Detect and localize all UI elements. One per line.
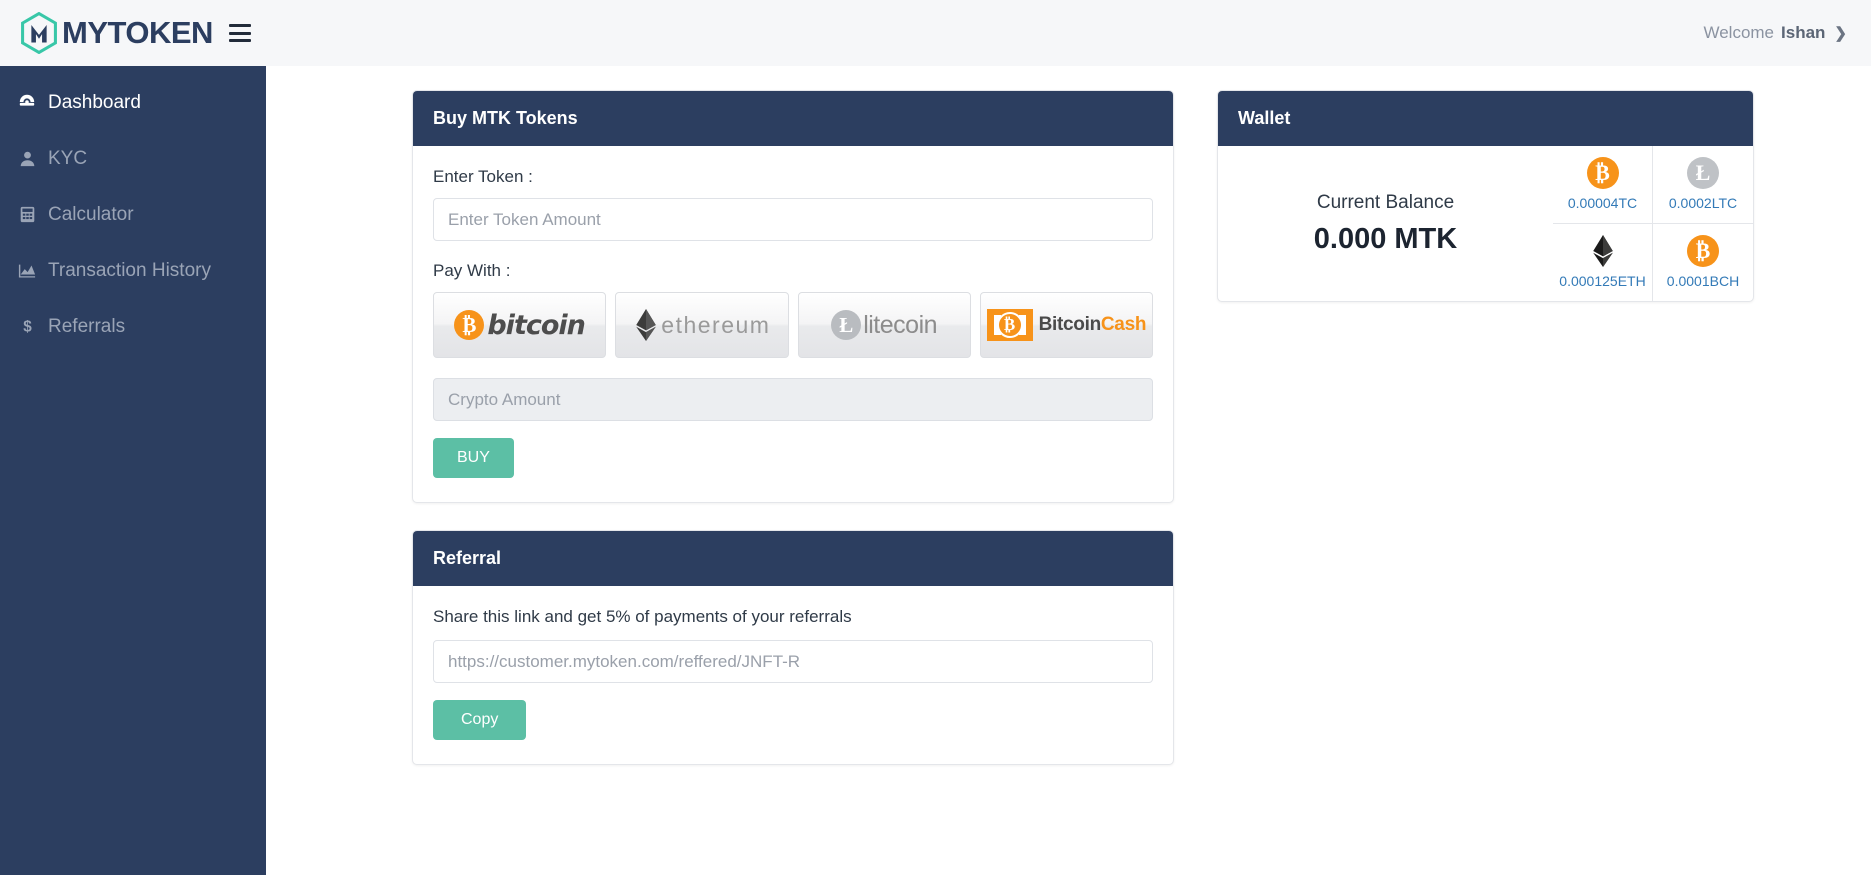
wallet-holding-amount: 0.0001BCH [1666, 273, 1740, 290]
svg-text:$: $ [23, 318, 32, 334]
wallet-holding-bch[interactable]: ₿ 0.0001BCH [1653, 224, 1753, 302]
wallet-card-body: Current Balance 0.000 MTK ₿ 0.00004TC Ł … [1218, 146, 1753, 301]
sidebar-item-calculator[interactable]: Calculator [0, 186, 266, 242]
ethereum-coin-icon [1592, 235, 1614, 268]
sidebar-item-kyc[interactable]: KYC [0, 130, 266, 186]
user-icon [14, 150, 40, 167]
bitcoin-cash-coin-icon: ₿ [1687, 235, 1719, 268]
pay-option-label-accent: Cash [1100, 314, 1147, 335]
pay-with-label: Pay With : [433, 261, 511, 280]
referral-card-body: Share this link and get 5% of payments o… [413, 586, 1173, 764]
pay-option-label: litecoin [863, 310, 938, 339]
sidebar-item-label: Calculator [48, 203, 134, 225]
litecoin-icon: Ł [831, 310, 862, 340]
pay-with-options: ₿ bitcoin ethereum Ł litecoin ₿ Bitcoin … [433, 292, 1153, 358]
bitcoin-cash-icon: ₿ [986, 309, 1033, 341]
wallet-card-title: Wallet [1218, 91, 1753, 146]
crypto-amount-input[interactable] [433, 378, 1153, 421]
dollar-sign-icon: $ [14, 318, 40, 334]
referral-link-input[interactable] [433, 640, 1153, 683]
pay-option-bitcoin[interactable]: ₿ bitcoin [433, 292, 607, 358]
left-column: Buy MTK Tokens Enter Token : Pay With : … [412, 90, 1174, 765]
buy-button[interactable]: BUY [433, 438, 514, 478]
pay-option-label: ethereum [661, 311, 771, 338]
user-name: Ishan [1781, 23, 1826, 42]
wallet-holding-amount: 0.0002LTC [1668, 195, 1738, 212]
sidebar-item-transaction-history[interactable]: Transaction History [0, 242, 266, 298]
buy-card-title: Buy MTK Tokens [413, 91, 1173, 146]
sidebar-item-dashboard[interactable]: Dashboard [0, 74, 266, 130]
buy-mtk-tokens-card: Buy MTK Tokens Enter Token : Pay With : … [412, 90, 1174, 503]
sidebar: Dashboard KYC Calculator Transaction His… [0, 66, 266, 875]
pay-option-label: bitcoin [487, 309, 586, 341]
main-content: Buy MTK Tokens Enter Token : Pay With : … [266, 66, 1871, 875]
user-menu[interactable]: Welcome Ishan ❯ [1703, 23, 1871, 43]
enter-token-label: Enter Token : [433, 167, 533, 186]
bitcoin-logo: ₿ bitcoin [454, 309, 586, 341]
wallet-holding-ltc[interactable]: Ł 0.0002LTC [1653, 146, 1753, 224]
bitcoin-cash-logo: ₿ Bitcoin Cash [986, 309, 1147, 341]
welcome-label: Welcome [1703, 23, 1775, 42]
brand-area: MYTOKEN [0, 0, 266, 66]
wallet-holding-amount: 0.00004TC [1567, 195, 1638, 212]
pay-option-label-dark: Bitcoin [1038, 314, 1102, 335]
pay-option-bitcoincash[interactable]: ₿ Bitcoin Cash [979, 292, 1153, 358]
litecoin-coin-icon: Ł [1687, 157, 1719, 190]
wallet-balance: Current Balance 0.000 MTK [1218, 146, 1553, 301]
ethereum-icon [633, 309, 659, 341]
hamburger-menu-icon[interactable] [228, 22, 253, 44]
sidebar-item-referrals[interactable]: $ Referrals [0, 298, 266, 354]
copy-button[interactable]: Copy [433, 700, 527, 740]
pay-option-ethereum[interactable]: ethereum [615, 292, 789, 358]
wallet-holding-btc[interactable]: ₿ 0.00004TC [1553, 146, 1653, 224]
brand-name: MYTOKEN [62, 15, 213, 50]
bitcoin-icon: ₿ [454, 310, 485, 340]
referral-note: Share this link and get 5% of payments o… [433, 607, 852, 626]
sidebar-item-label: Referrals [48, 315, 126, 337]
referral-card: Referral Share this link and get 5% of p… [412, 530, 1174, 765]
chart-area-icon [14, 261, 40, 279]
top-bar: MYTOKEN Welcome Ishan ❯ [0, 0, 1871, 66]
app-root: MYTOKEN Welcome Ishan ❯ Dashboard KYC Ca… [0, 0, 1871, 875]
wallet-card: Wallet Current Balance 0.000 MTK ₿ 0.000… [1217, 90, 1754, 302]
bitcoin-coin-icon: ₿ [1586, 157, 1619, 190]
wallet-holding-eth[interactable]: 0.000125ETH [1553, 223, 1653, 301]
wallet-holdings-grid: ₿ 0.00004TC Ł 0.0002LTC 0.000125ETH ₿ 0.… [1553, 146, 1753, 301]
chevron-right-icon: ❯ [1834, 25, 1847, 42]
ethereum-logo: ethereum [633, 309, 770, 341]
litecoin-logo: Ł litecoin [831, 310, 938, 340]
referral-card-title: Referral [413, 531, 1173, 586]
pay-option-litecoin[interactable]: Ł litecoin [797, 292, 971, 358]
wallet-holding-amount: 0.000125ETH [1559, 273, 1646, 290]
token-amount-input[interactable] [433, 198, 1153, 241]
sidebar-item-label: Dashboard [48, 91, 141, 113]
right-column: Wallet Current Balance 0.000 MTK ₿ 0.000… [1217, 90, 1754, 302]
dashboard-speedometer-icon [14, 93, 40, 111]
sidebar-item-label: Transaction History [48, 259, 211, 281]
hexagon-m-logo-icon [18, 11, 60, 55]
current-balance-value: 0.000 MTK [1313, 222, 1458, 255]
buy-card-body: Enter Token : Pay With : ₿ bitcoin [413, 146, 1173, 502]
sidebar-item-label: KYC [48, 147, 88, 169]
calculator-icon [14, 206, 40, 223]
current-balance-label: Current Balance [1316, 191, 1455, 213]
